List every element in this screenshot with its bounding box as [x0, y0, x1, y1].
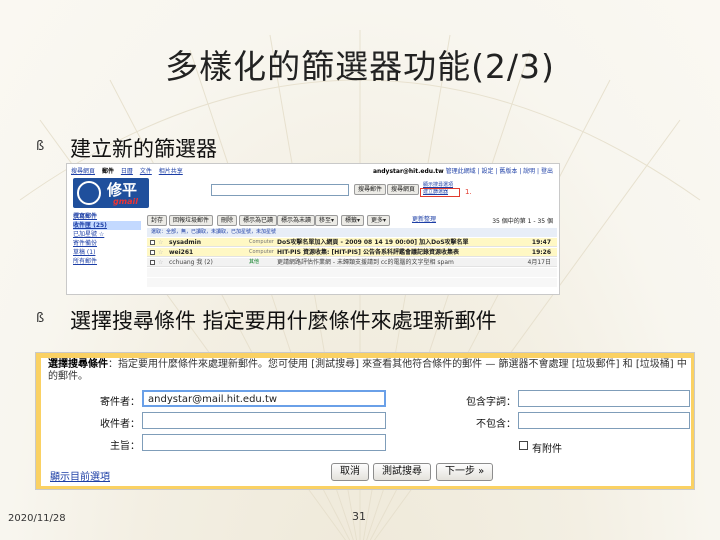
- row-checkbox[interactable]: [150, 260, 155, 265]
- gmail-sidebar: 撰寫郵件 收件匣 (25) 已加星號 ☆ 寄件備份 草稿 (1) 所有郵件: [73, 212, 141, 266]
- row-from: sysadmin: [169, 239, 201, 246]
- mail-pager: 35 個中的第 1 - 35 個: [492, 218, 553, 225]
- labels-dropdown[interactable]: 標籤▾: [341, 215, 365, 226]
- has-words-field[interactable]: [518, 390, 690, 407]
- nav-photos[interactable]: 相片共享: [159, 168, 183, 175]
- bullet-mark: ß: [36, 311, 45, 326]
- delete-button[interactable]: 刪除: [217, 215, 238, 226]
- filter-description: 選擇搜尋條件：指定要用什麼條件來處理新郵件。您可使用 [測試搜尋] 來查看其他符…: [48, 359, 688, 383]
- nav-docs[interactable]: 文件: [140, 168, 152, 175]
- row-tag: Computer: [249, 249, 274, 255]
- sidebar-item-drafts[interactable]: 草稿 (1): [73, 248, 141, 257]
- bullet-create-filter: ß 建立新的篩選器: [36, 133, 696, 161]
- sidebar-item-all-mail[interactable]: 所有郵件: [73, 257, 141, 266]
- row-date: 4月17日: [527, 259, 551, 266]
- nav-calendar[interactable]: 日曆: [121, 168, 133, 175]
- mail-search-input[interactable]: [211, 184, 349, 196]
- from-field[interactable]: andystar@mail.hit.edu.tw: [142, 390, 386, 407]
- move-to-dropdown[interactable]: 移至▾: [315, 215, 339, 226]
- logo-sub-text: gmail: [113, 197, 138, 206]
- nav-mail[interactable]: 郵件: [102, 168, 114, 175]
- search-web-button[interactable]: 搜尋網頁: [387, 184, 420, 195]
- has-attachment-label: 有附件: [532, 444, 562, 455]
- doesnt-have-label: 不包含：: [476, 419, 516, 430]
- nav-web-search[interactable]: 搜尋網頁: [71, 168, 95, 175]
- subject-field[interactable]: [142, 434, 386, 451]
- more-dropdown[interactable]: 更多▾: [367, 215, 391, 226]
- table-row[interactable]: [147, 278, 557, 287]
- from-label: 寄件者：: [100, 397, 140, 408]
- slide-title: 多樣化的篩選器功能(2/3): [165, 47, 555, 86]
- mark-read-button[interactable]: 標示為已讀: [239, 215, 278, 226]
- annotation-label: 1.: [465, 188, 472, 196]
- row-checkbox[interactable]: [150, 250, 155, 255]
- sidebar-item-inbox[interactable]: 收件匣 (25): [73, 221, 141, 230]
- page-number: 31: [352, 510, 366, 523]
- has-words-label: 包含字詞：: [466, 397, 516, 408]
- row-from: wei261: [169, 249, 194, 256]
- show-current-options-link[interactable]: 顯示目前選項: [50, 468, 110, 483]
- sidebar-item-starred[interactable]: 已加星號 ☆: [73, 230, 141, 239]
- row-subject: HIT-PIS 資源收集: [HIT-PIS] 公告各系科評鑑會議記錄資源收集表: [277, 249, 459, 256]
- archive-button[interactable]: 封存: [147, 215, 168, 226]
- row-subject: DoS攻擊名單加入網頁 - 2009 08 14 19 00:00] 加入DoS…: [277, 239, 469, 246]
- user-email: andystar@hit.edu.tw: [372, 168, 444, 175]
- star-icon[interactable]: ☆: [158, 258, 163, 267]
- doesnt-have-field[interactable]: [518, 412, 690, 429]
- next-step-button[interactable]: 下一步 »: [436, 463, 494, 481]
- table-row[interactable]: ☆ wei261 Computer HIT-PIS 資源收集: [HIT-PIS…: [147, 248, 557, 257]
- subject-label: 主旨：: [110, 441, 140, 452]
- report-spam-button[interactable]: 回報垃圾郵件: [169, 215, 214, 226]
- user-bar: andystar@hit.edu.tw 管理此網域 | 設定 | 舊版本 | 說…: [373, 166, 553, 175]
- highlight-box: [420, 188, 460, 197]
- row-tag: 其他: [249, 259, 260, 265]
- user-links[interactable]: 管理此網域 | 設定 | 舊版本 | 說明 | 登出: [446, 168, 553, 175]
- sidebar-item-sent[interactable]: 寄件備份: [73, 239, 141, 248]
- has-attachment-checkbox[interactable]: [519, 441, 528, 450]
- star-icon[interactable]: ☆: [158, 238, 163, 247]
- star-icon[interactable]: ☆: [158, 248, 163, 257]
- search-mail-button[interactable]: 搜尋郵件: [354, 184, 387, 195]
- to-field[interactable]: [142, 412, 386, 429]
- bullet-select-criteria: ß 選擇搜尋條件 指定要用什麼條件來處理新郵件: [36, 305, 696, 333]
- table-row[interactable]: [147, 268, 557, 277]
- refresh-link[interactable]: 更新整理: [409, 215, 439, 226]
- row-checkbox[interactable]: [150, 240, 155, 245]
- table-row[interactable]: ☆ sysadmin Computer DoS攻擊名單加入網頁 - 2009 0…: [147, 238, 557, 247]
- footer-date: 2020/11/28: [8, 513, 66, 524]
- test-search-button[interactable]: 測試搜尋: [373, 463, 431, 481]
- cancel-button[interactable]: 取消: [331, 463, 369, 481]
- bullet-mark: ß: [36, 139, 45, 154]
- filter-description-title: 選擇搜尋條件: [48, 359, 108, 370]
- filter-description-text: ：指定要用什麼條件來處理新郵件。您可使用 [測試搜尋] 來查看其他符合條件的郵件…: [48, 359, 687, 382]
- row-date: 19:26: [531, 249, 551, 256]
- gmail-top-nav: 搜尋網頁 郵件 日曆 文件 相片共享: [71, 166, 188, 175]
- mark-unread-button[interactable]: 標示為未讀: [277, 215, 316, 226]
- row-tag: Computer: [249, 239, 274, 245]
- school-emblem-icon: [77, 181, 101, 205]
- to-label: 收件者：: [100, 419, 140, 430]
- compose-link[interactable]: 撰寫郵件: [73, 212, 141, 221]
- filter-form-screenshot: 選擇搜尋條件：指定要用什麼條件來處理新郵件。您可使用 [測試搜尋] 來查看其他符…: [35, 352, 695, 490]
- bullet-text: 選擇搜尋條件 指定要用什麼條件來處理新郵件: [70, 309, 497, 333]
- row-from: cchuang 我 (2): [169, 259, 213, 266]
- gmail-logo: 修平 gmail: [73, 178, 149, 208]
- bullet-text: 建立新的篩選器: [70, 137, 217, 161]
- gmail-inbox-screenshot: 搜尋網頁 郵件 日曆 文件 相片共享 andystar@hit.edu.tw 管…: [66, 163, 560, 295]
- table-row[interactable]: ☆ cchuang 我 (2) 其他 更請網路評估作業網 - 未歸類支援請到 c…: [147, 258, 557, 267]
- row-subject: 更請網路評估作業網 - 未歸類支援請到 cc的電腦的文字型相 spam: [277, 259, 454, 266]
- row-date: 19:47: [531, 239, 551, 246]
- select-links[interactable]: 選取：全部，無，已讀取，未讀取，已加星號，未加星號: [147, 228, 557, 237]
